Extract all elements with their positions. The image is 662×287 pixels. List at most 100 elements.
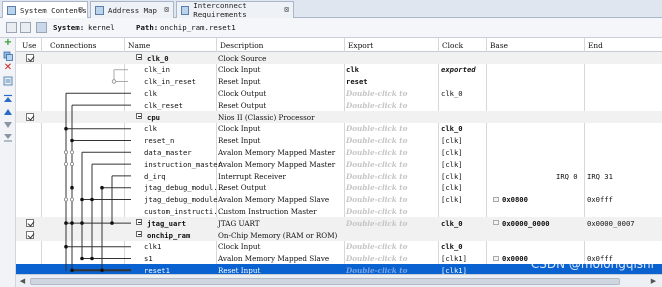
name-cell: jtag_debug_module [144, 195, 218, 205]
export-cell[interactable]: Double-click to [346, 183, 407, 192]
header-description[interactable]: Description [220, 41, 263, 50]
name-cell: clk_in [144, 65, 170, 75]
use-checkbox[interactable] [26, 53, 34, 62]
description-cell: Nios II (Classic) Processor [218, 112, 315, 122]
interconnect-icon [181, 5, 190, 15]
header-name[interactable]: Name [128, 41, 150, 50]
hierarchy-icon[interactable] [36, 22, 47, 33]
export-cell[interactable]: Double-click to [346, 242, 407, 251]
description-cell: Clock Input [218, 242, 261, 252]
use-checkbox[interactable] [26, 230, 34, 239]
scroll-thumb[interactable] [30, 278, 620, 285]
clock-cell[interactable]: [clk] [441, 183, 463, 192]
path-value: onchip_ram.reset1 [160, 23, 236, 32]
lock-icon[interactable] [493, 220, 499, 226]
move-up-icon[interactable] [3, 107, 13, 117]
description-cell: Clock Input [218, 65, 261, 75]
name-cell: cpu [147, 112, 160, 122]
clock-cell[interactable]: clk_0 [441, 124, 463, 133]
table-header: Use Connections Name Description Export … [16, 38, 662, 52]
move-bottom-icon[interactable] [3, 133, 13, 143]
end-cell: IRQ 31 [587, 171, 613, 181]
system-label: System: [53, 23, 85, 32]
editor-tab-bar: System Contents ⊠ Address Map ⊠ Intercon… [0, 0, 662, 19]
clock-cell[interactable]: clk_0 [441, 89, 463, 98]
name-cell: jtag_debug_modul... [144, 183, 227, 193]
collapse-all-button[interactable] [6, 22, 17, 33]
lock-icon[interactable] [493, 196, 499, 202]
clock-cell[interactable]: [clk1] [441, 254, 467, 263]
horizontal-scrollbar[interactable]: ◀ ▶ [16, 274, 662, 287]
clock-cell[interactable]: [clk] [441, 148, 463, 157]
description-cell: Avalon Memory Mapped Slave [218, 254, 330, 264]
close-icon[interactable]: ⊠ [78, 5, 83, 14]
description-cell: Avalon Memory Mapped Master [218, 159, 336, 169]
export-cell[interactable]: Double-click to [346, 148, 407, 157]
export-cell[interactable]: Double-click to [346, 219, 407, 228]
description-cell: On-Chip Memory (RAM or ROM) [218, 230, 338, 240]
base-cell[interactable]: 0x0000_0000 [502, 219, 550, 228]
description-cell: Reset Input [218, 136, 261, 146]
clock-cell[interactable]: exported [441, 65, 476, 74]
header-base[interactable]: Base [490, 41, 508, 50]
clock-cell[interactable]: clk_0 [441, 242, 463, 251]
move-top-icon[interactable] [3, 94, 13, 104]
remove-icon[interactable]: ✕ [3, 63, 13, 73]
export-cell[interactable]: Double-click to [346, 172, 407, 181]
tab-system-contents[interactable]: System Contents ⊠ [2, 1, 88, 19]
export-cell[interactable]: Double-click to [346, 195, 407, 204]
irq-start-cell: IRQ 0 [556, 171, 578, 181]
header-connections[interactable]: Connections [50, 41, 96, 50]
export-cell[interactable]: reset [346, 77, 368, 86]
scroll-right-icon[interactable]: ▶ [649, 277, 658, 286]
description-cell: Reset Output [218, 183, 267, 193]
system-value: kernel [88, 23, 115, 32]
tab-address-map[interactable]: Address Map ⊠ [90, 1, 174, 18]
name-cell: d_irq [144, 171, 166, 181]
edit-icon[interactable] [3, 76, 13, 86]
base-cell[interactable]: 0x0000 [502, 254, 528, 263]
name-cell: jtag_uart [147, 218, 186, 228]
name-cell: onchip_ram [147, 230, 191, 240]
tab-label: System Contents [20, 6, 87, 15]
header-end[interactable]: End [588, 41, 603, 50]
clock-cell[interactable]: [clk] [441, 136, 463, 145]
description-cell: Clock Output [218, 88, 267, 98]
export-cell[interactable]: Double-click to [346, 89, 407, 98]
export-cell[interactable]: Double-click to [346, 207, 407, 216]
description-cell: Reset Input [218, 77, 261, 87]
base-cell[interactable]: 0x0800 [502, 195, 528, 204]
clock-cell[interactable]: clk_0 [441, 219, 463, 228]
export-cell[interactable]: Double-click to [346, 160, 407, 169]
export-cell[interactable]: Double-click to [346, 136, 407, 145]
move-down-icon[interactable] [3, 120, 13, 130]
scroll-left-icon[interactable]: ◀ [18, 277, 27, 286]
description-cell: Avalon Memory Mapped Slave [218, 195, 330, 205]
description-cell: Clock Source [218, 53, 267, 63]
duplicate-icon[interactable] [3, 51, 13, 61]
clock-cell[interactable]: [clk] [441, 172, 463, 181]
close-icon[interactable]: ⊠ [284, 5, 289, 14]
name-cell: clk [144, 88, 157, 98]
export-cell[interactable]: Double-click to [346, 124, 407, 133]
clock-cell[interactable]: [clk] [441, 195, 463, 204]
export-cell[interactable]: clk [346, 65, 359, 74]
header-use[interactable]: Use [22, 41, 36, 50]
export-cell[interactable]: Double-click to [346, 254, 407, 263]
system-contents-table: Use Connections Name Description Export … [16, 38, 662, 277]
expand-all-button[interactable] [20, 22, 31, 33]
use-checkbox[interactable] [26, 112, 34, 121]
clock-cell[interactable]: [clk] [441, 160, 463, 169]
tab-interconnect-requirements[interactable]: Interconnect Requirements ⊠ [176, 1, 294, 19]
name-cell: instruction_master [144, 159, 222, 169]
add-icon[interactable]: + [3, 38, 13, 48]
name-cell: clk1 [144, 242, 162, 252]
export-cell[interactable]: Double-click to [346, 101, 407, 110]
description-cell: Clock Input [218, 124, 261, 134]
use-checkbox[interactable] [26, 218, 34, 227]
tab-label: Interconnect Requirements [193, 1, 247, 19]
lock-icon[interactable] [493, 255, 499, 261]
header-clock[interactable]: Clock [442, 41, 463, 50]
header-export[interactable]: Export [348, 41, 373, 50]
close-icon[interactable]: ⊠ [164, 5, 169, 14]
